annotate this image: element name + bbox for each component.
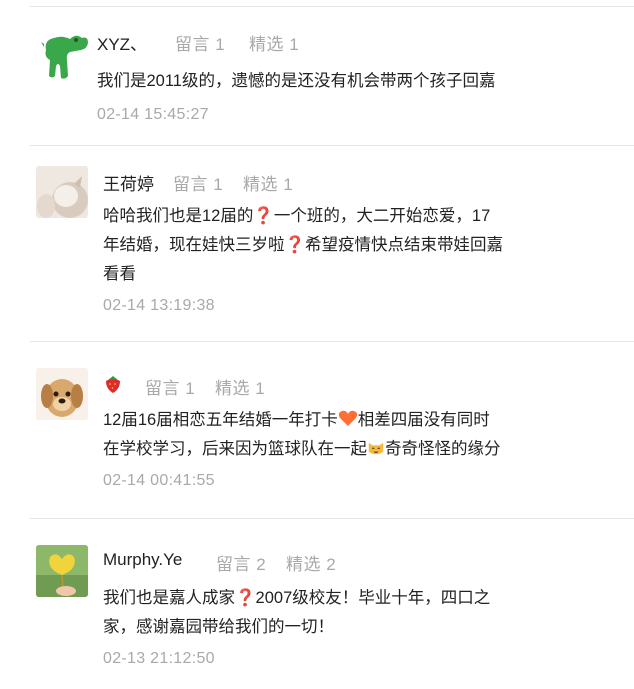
comment-text-part: 家，感谢嘉园带给我们的一切！	[103, 618, 334, 636]
comment-text-part: 2007级校友！毕业十年，四口之	[255, 589, 491, 607]
comment-item: Murphy.Ye 留言 2 精选 2 我们也是嘉人成家❓2007级校友！毕业十…	[0, 0, 634, 689]
comment-author[interactable]: Murphy.Ye	[103, 550, 182, 570]
ginkgo-leaf-icon	[36, 545, 88, 597]
comment-text: 我们也是嘉人成家❓2007级校友！毕业十年，四口之 家，感谢嘉园带给我们的一切！	[103, 584, 583, 642]
featured-count: 精选 2	[286, 555, 337, 574]
avatar[interactable]	[36, 545, 88, 597]
reply-count: 留言 2	[216, 555, 267, 574]
comment-text-part: 我们也是嘉人成家	[103, 589, 235, 607]
question-icon: ❓	[235, 589, 256, 607]
comment-time: 02-13 21:12:50	[103, 650, 215, 667]
